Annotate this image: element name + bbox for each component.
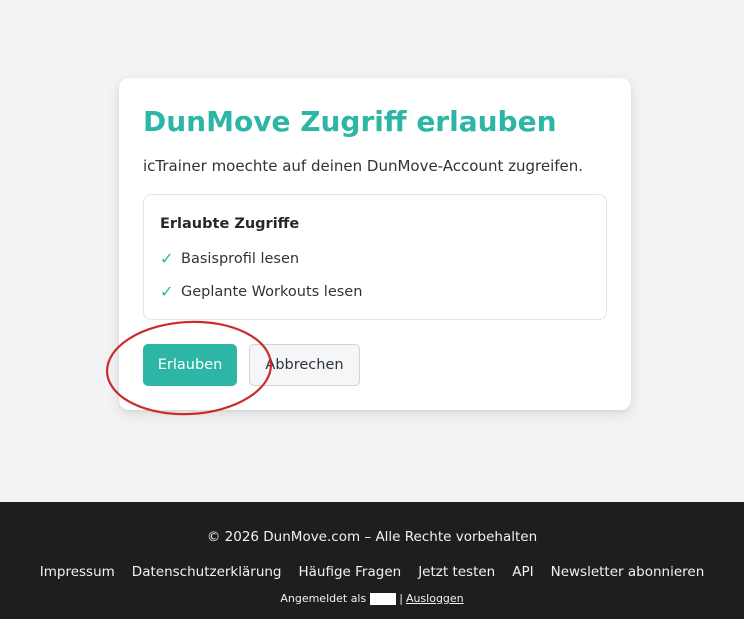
page-background: DunMove Zugriff erlauben icTrainer moech… <box>0 0 744 502</box>
logged-in-label: Angemeldet als <box>280 592 367 605</box>
footer-link-jetzt-testen[interactable]: Jetzt testen <box>418 563 495 581</box>
permission-label: Geplante Workouts lesen <box>181 284 363 300</box>
permission-item: ✓ Geplante Workouts lesen <box>160 281 362 303</box>
authorization-card: DunMove Zugriff erlauben icTrainer moech… <box>119 78 631 410</box>
permissions-heading: Erlaubte Zugriffe <box>160 216 300 232</box>
redacted-username <box>370 593 397 605</box>
permission-item: ✓ Basisprofil lesen <box>160 248 299 270</box>
logout-link[interactable]: Ausloggen <box>406 591 464 607</box>
footer-link-api[interactable]: API <box>512 563 533 581</box>
check-icon: ✓ <box>160 249 174 268</box>
footer: © 2026 DunMove.com – Alle Rechte vorbeha… <box>0 502 744 619</box>
footer-copyright: © 2026 DunMove.com – Alle Rechte vorbeha… <box>206 529 538 545</box>
allow-button[interactable]: Erlauben <box>143 344 237 386</box>
login-status: Angemeldet als | Ausloggen <box>0 591 744 607</box>
separator: | <box>399 592 403 605</box>
permission-label: Basisprofil lesen <box>181 251 300 267</box>
cancel-button[interactable]: Abbrechen <box>249 344 360 386</box>
check-icon: ✓ <box>160 282 174 301</box>
footer-link-newsletter[interactable]: Newsletter abonnieren <box>551 563 705 581</box>
footer-link-faq[interactable]: Häufige Fragen <box>299 563 402 581</box>
footer-links: Impressum Datenschutzerklärung Häufige F… <box>0 563 744 581</box>
permissions-box: Erlaubte Zugriffe ✓ Basisprofil lesen ✓ … <box>143 194 607 320</box>
page-title: DunMove Zugriff erlauben <box>143 105 557 138</box>
footer-link-impressum[interactable]: Impressum <box>40 563 115 581</box>
footer-link-datenschutz[interactable]: Datenschutzerklärung <box>132 563 282 581</box>
authorization-description: icTrainer moechte auf deinen DunMove-Acc… <box>143 157 584 175</box>
